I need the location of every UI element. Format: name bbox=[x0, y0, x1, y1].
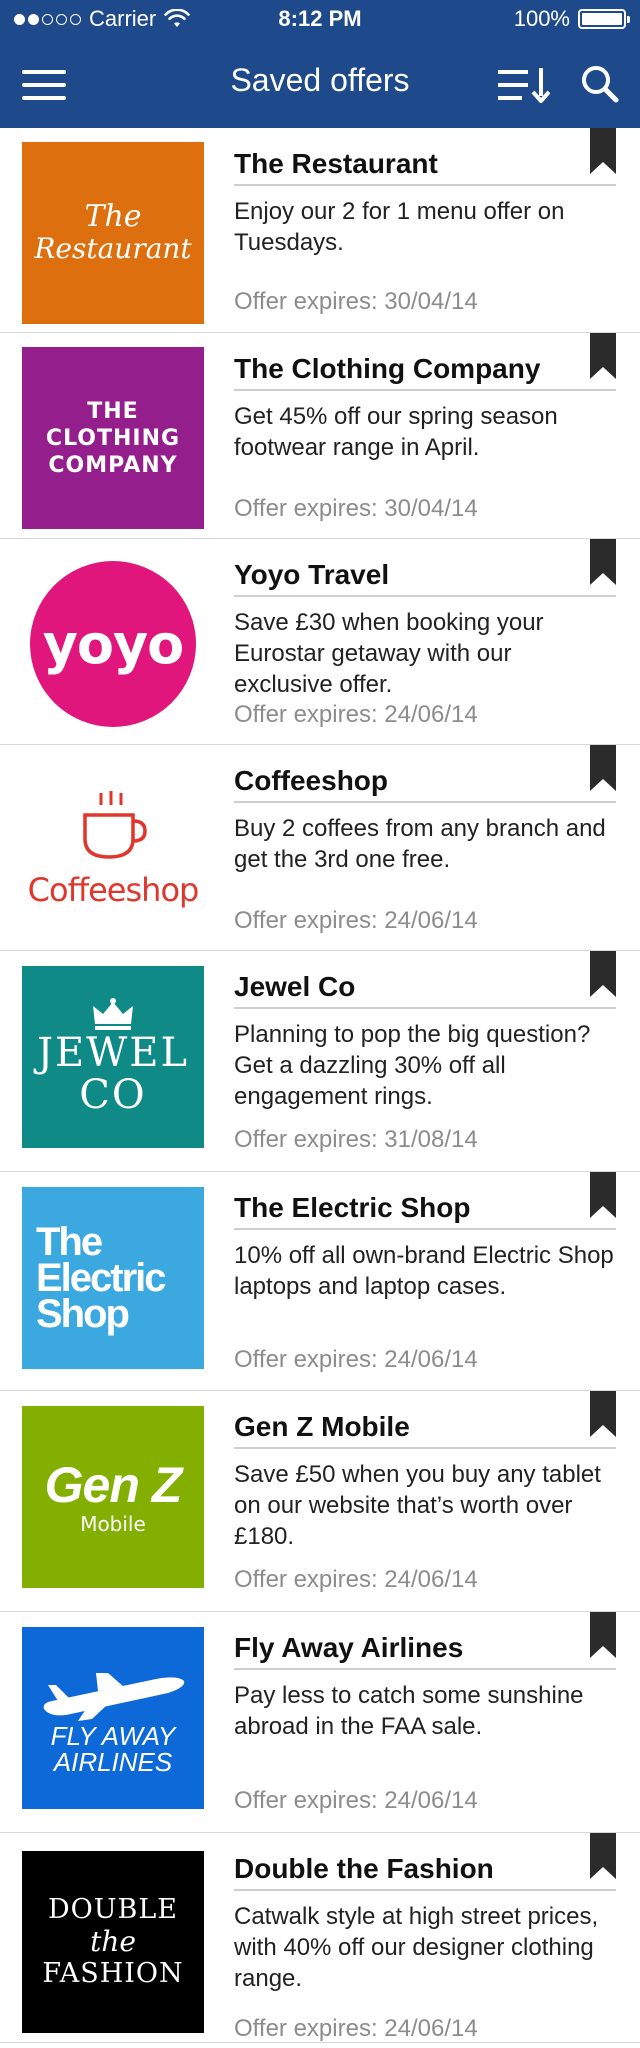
offer-expiry: Offer expires: 24/06/14 bbox=[234, 1566, 478, 1593]
offer-row[interactable]: FLY AWAY AIRLINES Fly Away Airlines Pay les… bbox=[0, 1612, 640, 1833]
offer-content: Fly Away Airlines Pay less to catch some … bbox=[234, 1626, 616, 1742]
offer-logo: The Restaurant bbox=[22, 142, 204, 324]
offer-expiry: Offer expires: 24/06/14 bbox=[234, 1787, 478, 1814]
top-bar: Carrier 8:12 PM 100% Saved offers bbox=[0, 0, 640, 128]
logo-text: Gen Z bbox=[44, 1457, 183, 1513]
coffee-cup-icon bbox=[83, 791, 147, 859]
logo-text: CLOTHING bbox=[45, 425, 181, 451]
status-right: 100% bbox=[513, 6, 630, 32]
offer-description: Save £50 when you buy any tablet on our … bbox=[234, 1461, 601, 1550]
offer-name: The Restaurant bbox=[234, 142, 616, 186]
offer-row[interactable]: yoyo Yoyo Travel Save £30 when booking you… bbox=[0, 539, 640, 745]
bookmark-icon[interactable] bbox=[590, 128, 616, 174]
offer-content: The Restaurant Enjoy our 2 for 1 menu off… bbox=[234, 142, 616, 258]
offer-expiry: Offer expires: 30/04/14 bbox=[234, 495, 478, 522]
bookmark-icon[interactable] bbox=[590, 1612, 616, 1658]
bookmark-icon[interactable] bbox=[590, 1391, 616, 1437]
bookmark-icon[interactable] bbox=[590, 951, 616, 997]
logo-text: DOUBLE bbox=[47, 1894, 179, 1925]
offer-description: Catwalk style at high street prices, wit… bbox=[234, 1903, 599, 1992]
offer-list: The Restaurant The Restaurant Enjoy our 2 f… bbox=[0, 128, 640, 2043]
offer-expiry: Offer expires: 24/06/14 bbox=[234, 2015, 478, 2042]
offer-content: The Clothing Company Get 45% off our spri… bbox=[234, 347, 616, 463]
offer-content: The Electric Shop 10% off all own-brand E… bbox=[234, 1186, 616, 1302]
offer-expiry: Offer expires: 24/06/14 bbox=[234, 907, 478, 934]
offer-name: Gen Z Mobile bbox=[234, 1405, 616, 1449]
logo-text: Mobile bbox=[80, 1512, 146, 1536]
logo-text: COMPANY bbox=[48, 452, 178, 478]
offer-content: Double the Fashion Catwalk style at high … bbox=[234, 1847, 616, 1994]
offer-logo: THE CLOTHING COMPANY bbox=[22, 347, 204, 529]
offer-expiry: Offer expires: 24/06/14 bbox=[234, 1346, 478, 1373]
offer-description: Planning to pop the big question? Get a … bbox=[234, 1021, 591, 1110]
bookmark-icon[interactable] bbox=[590, 1833, 616, 1879]
offer-name: Coffeeshop bbox=[234, 759, 616, 803]
offer-description: Pay less to catch some sunshine abroad i… bbox=[234, 1682, 584, 1740]
offer-description: Enjoy our 2 for 1 menu offer on Tuesdays… bbox=[234, 198, 565, 256]
offer-content: Jewel Co Planning to pop the big question… bbox=[234, 965, 616, 1112]
offer-expiry: Offer expires: 30/04/14 bbox=[234, 288, 478, 315]
offer-logo: DOUBLE the FASHION bbox=[22, 1851, 204, 2033]
offer-description: Get 45% off our spring season footwear r… bbox=[234, 403, 558, 461]
logo-text: yoyo bbox=[42, 612, 185, 676]
battery-percent: 100% bbox=[513, 6, 570, 31]
logo-text: Shop bbox=[36, 1292, 130, 1336]
offer-name: Fly Away Airlines bbox=[234, 1626, 616, 1670]
crown-icon bbox=[93, 998, 133, 1030]
offer-row[interactable]: Coffeeshop Coffeeshop Buy 2 coffees from a… bbox=[0, 745, 640, 951]
offer-name: Jewel Co bbox=[234, 965, 616, 1009]
offer-name: Yoyo Travel bbox=[234, 553, 616, 597]
offer-description: 10% off all own-brand Electric Shop lapt… bbox=[234, 1242, 614, 1300]
offer-row[interactable]: JEWEL CO Jewel Co Planning to pop the big q… bbox=[0, 951, 640, 1172]
navigation-bar: Saved offers bbox=[0, 40, 640, 128]
offer-logo: Coffeeshop bbox=[22, 759, 204, 941]
offer-expiry: Offer expires: 24/06/14 bbox=[234, 701, 478, 728]
logo-text: Coffeeshop bbox=[27, 871, 200, 909]
offer-logo: FLY AWAY AIRLINES bbox=[22, 1627, 204, 1809]
search-icon[interactable] bbox=[580, 64, 620, 104]
logo-text: THE bbox=[87, 398, 139, 424]
offer-expiry: Offer expires: 31/08/14 bbox=[234, 1126, 478, 1153]
offer-logo: The Electric Shop bbox=[22, 1187, 204, 1369]
logo-text: AIRLINES bbox=[53, 1747, 173, 1777]
logo-circle: yoyo bbox=[30, 561, 196, 727]
offer-name: Double the Fashion bbox=[234, 1847, 616, 1891]
offer-name: The Clothing Company bbox=[234, 347, 616, 391]
offer-logo: Gen Z Mobile bbox=[22, 1406, 204, 1588]
bookmark-icon[interactable] bbox=[590, 539, 616, 585]
sort-icon[interactable] bbox=[498, 66, 550, 104]
battery-icon bbox=[578, 9, 630, 29]
offer-row[interactable]: The Restaurant The Restaurant Enjoy our 2 f… bbox=[0, 128, 640, 333]
offer-content: Gen Z Mobile Save £50 when you buy any ta… bbox=[234, 1405, 616, 1552]
offer-description: Save £30 when booking your Eurostar geta… bbox=[234, 609, 544, 698]
offer-logo: yoyo bbox=[22, 553, 204, 735]
logo-text: CO bbox=[79, 1072, 147, 1118]
bookmark-icon[interactable] bbox=[590, 1172, 616, 1218]
bookmark-icon[interactable] bbox=[590, 745, 616, 791]
logo-text: JEWEL bbox=[36, 1030, 190, 1076]
offer-row[interactable]: THE CLOTHING COMPANY The Clothing Company Ge… bbox=[0, 333, 640, 539]
status-bar: Carrier 8:12 PM 100% bbox=[0, 0, 640, 40]
bookmark-icon[interactable] bbox=[590, 333, 616, 379]
logo-text: FASHION bbox=[42, 1958, 184, 1989]
logo-text: FLY AWAY bbox=[50, 1721, 176, 1751]
logo-text: Electric bbox=[36, 1256, 167, 1300]
logo-text: Restaurant bbox=[34, 232, 192, 265]
offer-row[interactable]: The Electric Shop The Electric Shop 10% off … bbox=[0, 1172, 640, 1391]
logo-text: The bbox=[84, 199, 142, 234]
offer-row[interactable]: DOUBLE the FASHION Double the Fashion Catwal… bbox=[0, 1833, 640, 2043]
airplane-icon bbox=[43, 1673, 185, 1721]
logo-text: The bbox=[36, 1220, 103, 1264]
logo-text: the bbox=[90, 1925, 136, 1958]
offer-content: Coffeeshop Buy 2 coffees from any branch … bbox=[234, 759, 616, 875]
offer-content: Yoyo Travel Save £30 when booking your Eu… bbox=[234, 553, 616, 700]
offer-logo: JEWEL CO bbox=[22, 966, 204, 1148]
offer-name: The Electric Shop bbox=[234, 1186, 616, 1230]
offer-description: Buy 2 coffees from any branch and get th… bbox=[234, 815, 606, 873]
offer-row[interactable]: Gen Z Mobile Gen Z Mobile Save £50 when you… bbox=[0, 1391, 640, 1612]
